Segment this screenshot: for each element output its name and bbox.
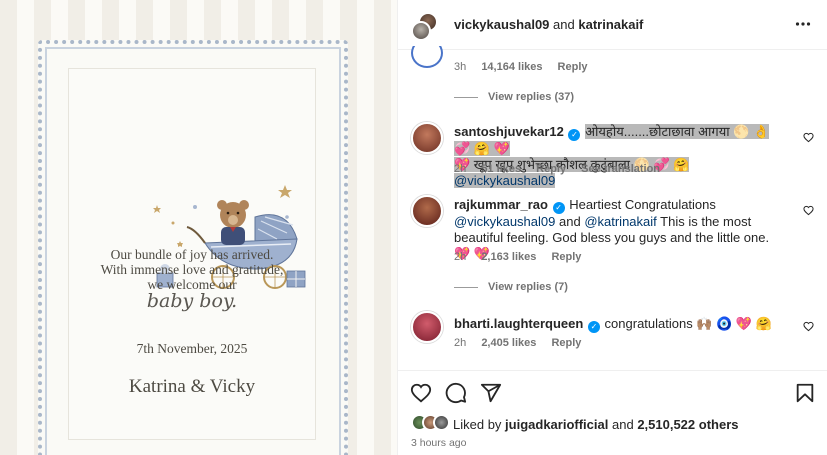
heart-icon[interactable] <box>803 132 814 143</box>
reply-button[interactable]: Reply <box>551 337 581 349</box>
comment-body: bharti.laughterqueen ✓ congratulations 🙌… <box>454 316 788 333</box>
comment: bharti.laughterqueen ✓ congratulations 🙌… <box>398 311 827 356</box>
comment-time: 2h <box>454 337 467 349</box>
comment-connector: and <box>558 214 581 229</box>
heart-icon[interactable] <box>803 321 814 332</box>
comment-time: 2h <box>454 251 467 263</box>
post-panel: vickykaushal09 and katrinakaif 3h 14,164… <box>397 0 827 455</box>
avatar[interactable] <box>411 195 443 227</box>
comment-body: santoshjuvekar12 ✓ ओयहोय.......छोटाछावा … <box>454 124 788 189</box>
avatar[interactable] <box>433 414 450 431</box>
view-replies-button[interactable]: View replies (7) <box>454 281 568 293</box>
liked-by-avatars[interactable] <box>411 414 451 432</box>
announcement-names: Katrina & Vicky <box>128 376 256 397</box>
avatar[interactable] <box>411 311 443 343</box>
announcement-line-1: Our bundle of joy has arrived. <box>110 247 274 262</box>
verified-icon: ✓ <box>568 129 581 141</box>
comment-time: 3h <box>454 61 467 73</box>
post-action-bar <box>398 370 827 410</box>
verified-icon: ✓ <box>552 202 565 214</box>
comment-meta: 2h 2,163 likes Reply <box>454 251 593 263</box>
announcement-emphasis: baby boy. <box>146 290 238 312</box>
comment-likes[interactable]: 14,164 likes <box>481 61 542 73</box>
mention-link[interactable]: @vickykaushal09 <box>454 214 555 229</box>
liker-username[interactable]: juigadkariofficial <box>505 417 608 432</box>
announcement-card: Our bundle of joy has arrived. With imme… <box>68 68 316 440</box>
announcement-text: Our bundle of joy has arrived. With imme… <box>69 247 315 312</box>
announcement-date: 7th November, 2025 <box>136 341 248 356</box>
comment-meta: 2h 2,405 likes Reply <box>454 337 593 349</box>
comment-likes[interactable]: 2,405 likes <box>481 337 536 349</box>
avatar[interactable] <box>411 46 443 68</box>
comment-meta: 3h 14,164 likes Reply <box>454 61 600 73</box>
heart-icon[interactable] <box>803 205 814 216</box>
comment-username[interactable]: rajkummar_rao <box>454 197 548 212</box>
avatar[interactable] <box>411 122 443 154</box>
mention-link[interactable]: @katrinakaif <box>584 214 656 229</box>
comment-username[interactable]: santoshjuvekar12 <box>454 124 564 139</box>
likes-connector: and <box>611 417 634 432</box>
mention-link[interactable]: @vickykaushal09 <box>454 173 556 188</box>
reply-button[interactable]: Reply <box>558 61 588 73</box>
reply-button[interactable]: Reply <box>551 251 581 263</box>
verified-icon: ✓ <box>587 321 600 333</box>
comment-text: Heartiest Congratulations <box>569 197 716 212</box>
bookmark-icon[interactable] <box>794 382 816 404</box>
heart-icon[interactable] <box>410 382 432 404</box>
comment-likes[interactable]: 2,163 likes <box>481 251 536 263</box>
see-translation-button[interactable]: See translation <box>581 163 660 175</box>
comment-username[interactable]: bharti.laughterqueen <box>454 316 583 331</box>
likes-prefix: Liked by <box>453 417 502 432</box>
post-image[interactable]: Our bundle of joy has arrived. With imme… <box>0 0 397 455</box>
likes-text: Liked by juigadkariofficial and 2,510,52… <box>453 417 739 432</box>
share-icon[interactable] <box>480 382 502 404</box>
comment-time: 2h <box>454 163 467 175</box>
comment: 3h 14,164 likes Reply View replies (37) <box>398 0 827 110</box>
comment: rajkummar_rao ✓ Heartiest Congratulation… <box>398 195 827 295</box>
post-timestamp[interactable]: 3 hours ago <box>411 437 466 449</box>
reply-button[interactable]: Reply <box>536 163 566 175</box>
likes-count[interactable]: 2,510,522 others <box>637 417 738 432</box>
comment: santoshjuvekar12 ✓ ओयहोय.......छोटाछावा … <box>398 120 827 188</box>
comment-text: congratulations 🙌🏽 🧿 💖 🤗 <box>604 316 772 331</box>
view-replies-button[interactable]: View replies (37) <box>454 91 574 103</box>
announcement-line-2: With immense love and gratitude, <box>100 262 284 277</box>
comment-meta: 2h 51 likes Reply See translation <box>454 163 672 175</box>
comment-likes[interactable]: 51 likes <box>481 163 521 175</box>
comment-icon[interactable] <box>445 382 467 404</box>
